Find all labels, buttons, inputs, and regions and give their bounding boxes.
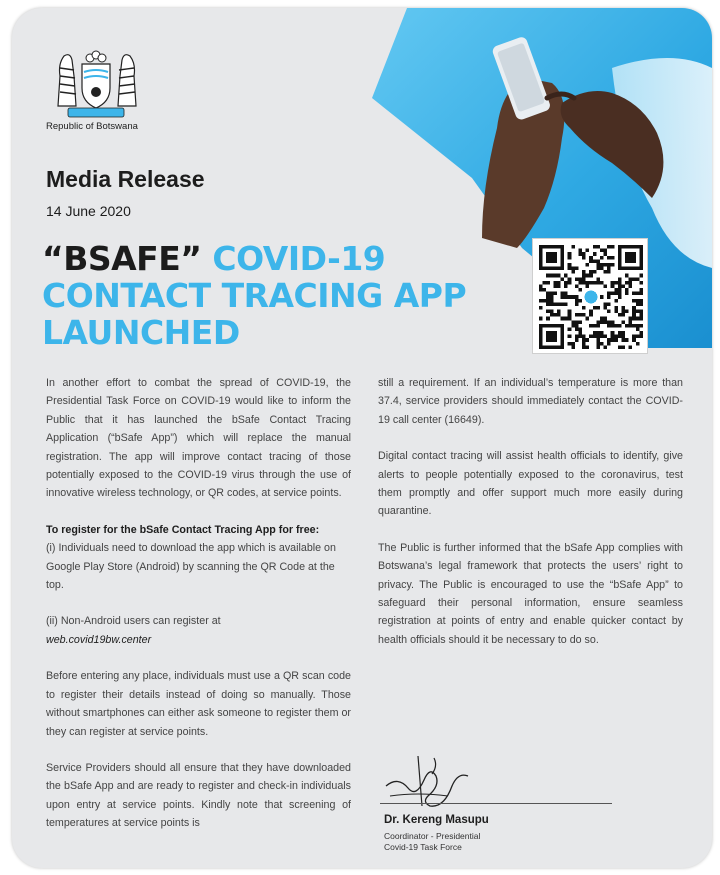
release-date: 14 June 2020 bbox=[46, 203, 131, 219]
temperature-paragraph: still a requirement. If an individual’s … bbox=[378, 377, 683, 426]
headline: “BSAFE” COVID-19 CONTACT TRACING APP LAU… bbox=[42, 240, 542, 351]
left-column: In another effort to combat the spread o… bbox=[46, 374, 351, 851]
intro-paragraph: In another effort to combat the spread o… bbox=[46, 377, 351, 500]
signatory-role: Coordinator - Presidential Covid-19 Task… bbox=[384, 831, 481, 852]
headline-app-name: “BSAFE” bbox=[42, 239, 202, 278]
qr-scan-paragraph: Before entering any place, individuals m… bbox=[46, 670, 351, 738]
media-release-card: Republic of Botswana Media Release 14 Ju… bbox=[12, 8, 712, 868]
register-step-ii: (ii) Non-Android users can register at bbox=[46, 615, 221, 628]
signatory-name: Dr. Kereng Masupu bbox=[384, 814, 489, 826]
signature-line bbox=[380, 803, 612, 804]
right-column: still a requirement. If an individual’s … bbox=[378, 374, 683, 667]
signature-image bbox=[385, 755, 469, 807]
media-release-title: Media Release bbox=[46, 166, 205, 192]
republic-label: Republic of Botswana bbox=[46, 121, 138, 132]
register-step-i: (i) Individuals need to download the app… bbox=[46, 542, 336, 592]
headline-line3: LAUNCHED bbox=[42, 313, 240, 352]
register-web-link[interactable]: web.covid19bw.center bbox=[46, 634, 151, 646]
headline-line2: CONTACT TRACING APP bbox=[42, 276, 467, 315]
privacy-paragraph: The Public is further informed that the … bbox=[378, 541, 683, 646]
qr-code-icon[interactable] bbox=[532, 238, 648, 354]
digital-tracing-paragraph: Digital contact tracing will assist heal… bbox=[378, 450, 683, 518]
register-heading: To register for the bSafe Contact Tracin… bbox=[46, 523, 320, 536]
coat-of-arms-icon bbox=[57, 50, 137, 118]
headline-covid: COVID-19 bbox=[212, 239, 386, 278]
service-providers-paragraph: Service Providers should all ensure that… bbox=[46, 761, 351, 830]
